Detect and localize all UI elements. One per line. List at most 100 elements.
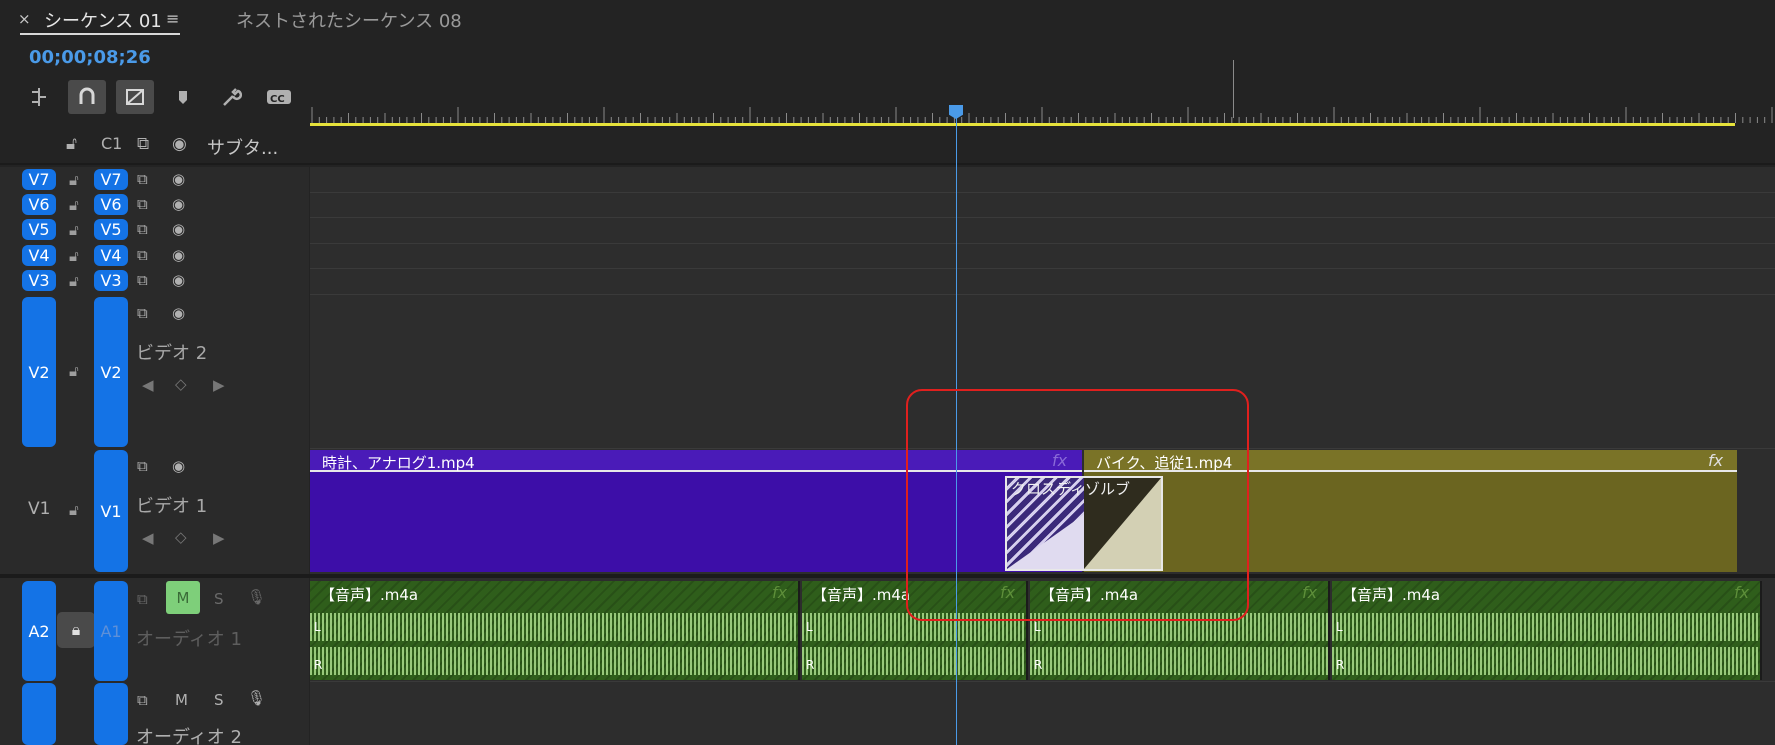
subtitle-track-label: サブタ...: [207, 138, 279, 159]
lock-icon[interactable]: 🔓︎: [69, 171, 79, 189]
linked-selection-button[interactable]: [116, 80, 154, 114]
sequence-tab-bar: × シーケンス 01 ≡ ネストされたシーケンス 08: [0, 0, 1775, 40]
video-audio-divider: [0, 574, 1775, 578]
source-patch-a2[interactable]: A2: [22, 581, 56, 681]
audio-clip[interactable]: 【音声】.m4a fx L R: [310, 581, 800, 680]
eye-icon[interactable]: ◉: [172, 220, 185, 238]
sync-icon[interactable]: ⧉: [137, 590, 148, 608]
header-divider: [0, 163, 1775, 165]
eye-icon[interactable]: ◉: [172, 195, 185, 213]
sync-icon[interactable]: ⧉: [137, 246, 148, 264]
highlight-annotation-box: [906, 389, 1249, 621]
prev-keyframe-icon[interactable]: ◀: [142, 376, 154, 394]
source-patch-v1[interactable]: V1: [28, 499, 50, 519]
eye-icon[interactable]: ◉: [172, 246, 185, 264]
source-patch-v2[interactable]: V2: [22, 297, 56, 447]
audio-clip[interactable]: 【音声】.m4a fx L R: [1332, 581, 1762, 680]
channel-label-left: L: [1034, 620, 1041, 634]
eye-icon[interactable]: ◉: [172, 457, 185, 475]
source-patch-v7[interactable]: V7: [22, 169, 56, 190]
channel-label-right: R: [1336, 658, 1345, 672]
next-keyframe-icon[interactable]: ▶: [213, 376, 225, 394]
sync-lock-icon[interactable]: ⧉: [137, 134, 149, 154]
fx-badge[interactable]: fx: [772, 583, 787, 602]
target-track-v1[interactable]: V1: [94, 450, 128, 572]
caption-track-label: C1: [101, 134, 123, 153]
lock-icon[interactable]: 🔓︎: [66, 134, 77, 154]
sync-icon[interactable]: ⧉: [137, 195, 148, 213]
tab-menu-icon[interactable]: ≡: [166, 9, 179, 28]
closed-captions-icon: CC: [267, 90, 291, 105]
mute-button[interactable]: M: [166, 581, 200, 614]
add-keyframe-icon[interactable]: ◇: [175, 375, 187, 393]
work-area-bar[interactable]: [310, 123, 1735, 126]
microphone-icon[interactable]: 🎙︎: [247, 588, 266, 606]
sync-icon[interactable]: ⧉: [137, 271, 148, 289]
waveform-right: [802, 647, 1026, 675]
sync-icon[interactable]: ⧉: [137, 170, 148, 188]
target-track-v4[interactable]: V4: [94, 245, 128, 266]
fx-badge[interactable]: fx: [1708, 451, 1723, 470]
clip-name: 【音声】.m4a: [320, 586, 419, 604]
time-ruler[interactable]: [310, 105, 1775, 125]
source-patch-v4[interactable]: V4: [22, 245, 56, 266]
target-track-v6[interactable]: V6: [94, 194, 128, 215]
source-patch-a-empty[interactable]: [22, 683, 56, 745]
target-track-a1[interactable]: A1: [94, 581, 128, 681]
next-keyframe-icon[interactable]: ▶: [213, 529, 225, 547]
solo-button[interactable]: S: [214, 590, 224, 608]
active-tab-underline: [20, 33, 180, 35]
eye-icon[interactable]: ◉: [172, 170, 185, 188]
eye-icon[interactable]: ◉: [172, 134, 187, 154]
insert-nested-sequence-button[interactable]: [20, 80, 58, 114]
channel-label-right: R: [314, 658, 323, 672]
lock-icon[interactable]: 🔓︎: [69, 196, 79, 214]
clip-name: 【音声】.m4a: [812, 586, 911, 604]
target-track-v3[interactable]: V3: [94, 270, 128, 291]
target-track-v2[interactable]: V2: [94, 297, 128, 447]
channel-label-right: R: [1034, 658, 1043, 672]
source-patch-v6[interactable]: V6: [22, 194, 56, 215]
fx-badge[interactable]: fx: [1734, 583, 1749, 602]
microphone-icon[interactable]: 🎙︎: [247, 689, 266, 707]
solo-button[interactable]: S: [214, 691, 224, 709]
lock-icon[interactable]: 🔓︎: [69, 362, 79, 380]
source-patch-v5[interactable]: V5: [22, 219, 56, 240]
lock-track-button[interactable]: 🔒︎: [57, 612, 95, 648]
fx-badge[interactable]: fx: [1302, 583, 1317, 602]
close-tab-icon[interactable]: ×: [18, 10, 31, 28]
tab-sequence-01[interactable]: シーケンス 01: [44, 7, 162, 33]
lock-icon[interactable]: 🔓︎: [69, 272, 79, 290]
eye-icon[interactable]: ◉: [172, 271, 185, 289]
captions-button[interactable]: CC: [260, 80, 298, 114]
mute-button[interactable]: M: [175, 691, 188, 709]
lock-icon[interactable]: 🔓︎: [69, 501, 79, 519]
source-patch-v3[interactable]: V3: [22, 270, 56, 291]
target-track-a2[interactable]: [94, 683, 128, 745]
track-name-v2: ビデオ 2: [136, 343, 208, 364]
sync-icon[interactable]: ⧉: [137, 220, 148, 238]
add-keyframe-icon[interactable]: ◇: [175, 528, 187, 546]
track-name-a1: オーディオ 1: [136, 629, 242, 650]
target-track-v5[interactable]: V5: [94, 219, 128, 240]
playhead-timecode[interactable]: 00;00;08;26: [29, 47, 151, 68]
eye-icon[interactable]: ◉: [172, 304, 185, 322]
prev-keyframe-icon[interactable]: ◀: [142, 529, 154, 547]
lock-icon[interactable]: 🔓︎: [69, 247, 79, 265]
waveform-right: [310, 647, 798, 675]
wrench-icon: [223, 88, 242, 106]
target-track-v7[interactable]: V7: [94, 169, 128, 190]
add-marker-button[interactable]: [164, 80, 202, 114]
sync-icon[interactable]: ⧉: [137, 457, 148, 475]
timeline-settings-button[interactable]: [212, 80, 250, 114]
waveform-right: [1030, 647, 1328, 675]
track-divider: [310, 243, 1775, 244]
sync-icon[interactable]: ⧉: [137, 691, 148, 709]
track-divider: [310, 681, 1775, 682]
snap-button[interactable]: [68, 80, 106, 114]
linked-selection-icon: [126, 89, 144, 105]
track-divider: [310, 294, 1775, 295]
sync-icon[interactable]: ⧉: [137, 304, 148, 322]
lock-icon[interactable]: 🔓︎: [69, 221, 79, 239]
tab-nested-sequence-08[interactable]: ネストされたシーケンス 08: [236, 7, 462, 33]
